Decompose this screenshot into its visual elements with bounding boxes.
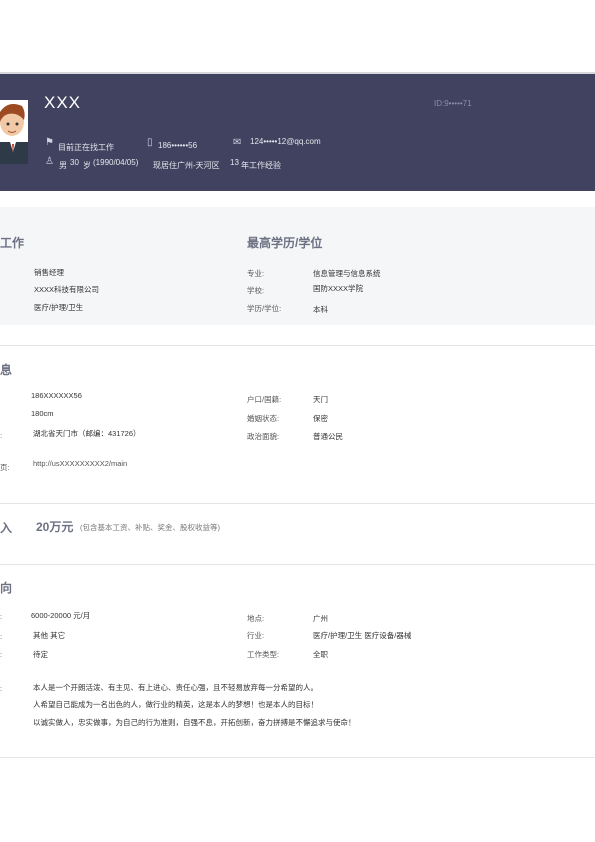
work-position: 销售经理	[34, 268, 64, 277]
self-eval-line: 人希望自己能成为一名出色的人，做行业的精英，这是本人的梦想！也是本人的目标！	[33, 700, 318, 709]
intention-value: 全职	[313, 650, 328, 659]
personal-label: 页:	[0, 463, 10, 472]
experience-label: 年工作经验	[241, 161, 281, 170]
income-amount: 20万元	[36, 520, 74, 534]
personal-value: 180cm	[31, 409, 54, 418]
candidate-name: XXX	[44, 93, 82, 112]
age-unit: 岁	[83, 161, 91, 170]
intention-value: 广州	[313, 614, 328, 623]
intention-value: 待定	[33, 650, 48, 659]
personal-label: 政治面貌:	[247, 432, 280, 441]
personal-label: 婚姻状态:	[247, 414, 280, 423]
job-status: 目前正在找工作	[58, 143, 114, 152]
intention-section-title: 向	[0, 581, 13, 595]
mail-icon: ✉	[233, 137, 242, 148]
income-note: (包含基本工资、补贴、奖金、股权收益等)	[80, 523, 220, 532]
personal-label: 户口/国籍:	[247, 395, 282, 404]
personal-section-title: 息	[0, 363, 13, 377]
intention-label: 工作类型:	[247, 650, 280, 659]
income-section-title: 入	[0, 521, 13, 535]
gender: 男	[59, 161, 67, 170]
homepage-link[interactable]: http://usXXXXXXXXX2/main	[33, 459, 127, 468]
intention-label: :	[0, 612, 3, 621]
divider	[0, 564, 595, 565]
edu-label: 专业:	[247, 269, 265, 278]
edu-value: 国防XXXX学院	[313, 284, 364, 293]
avatar	[0, 100, 28, 164]
phone-icon: ▯	[147, 137, 153, 148]
personal-value: 保密	[313, 414, 328, 423]
self-eval-line: 以诚实做人，忠实做事，为自己的行为准则，自强不息，开拓创新，奋力拼搏是不懈追求与…	[33, 718, 356, 727]
avatar-illustration	[0, 100, 28, 164]
work-industry: 医疗/护理/卫生	[34, 303, 84, 312]
intention-label: 地点:	[247, 614, 265, 623]
self-eval-label: :	[0, 684, 3, 693]
divider	[0, 757, 595, 758]
edu-label: 学历/学位:	[247, 304, 282, 313]
work-company: XXXX科技有限公司	[34, 285, 100, 294]
self-eval-line: 本人是一个开朗活泼、有主见、有上进心、责任心强，且不轻易放弃每一分希望的人。	[33, 683, 318, 692]
edu-value: 信息管理与信息系统	[313, 269, 381, 278]
header-email: 124•••••12@qq.com	[250, 137, 321, 146]
personal-value: 普通公民	[313, 432, 343, 441]
intention-label: 行业:	[247, 631, 265, 640]
education-section-title: 最高学历/学位	[247, 236, 323, 250]
residence: 现居住广州-天河区	[153, 161, 220, 170]
intention-value: 医疗/护理/卫生 医疗设备/器械	[313, 631, 412, 640]
flag-icon: ⚑	[45, 137, 54, 148]
age: 30	[70, 158, 79, 167]
candidate-id: ID:9•••••71	[434, 99, 472, 108]
divider	[0, 503, 595, 504]
experience-years: 13	[230, 158, 239, 167]
work-education-panel	[0, 207, 595, 325]
personal-value: 186XXXXXX56	[31, 391, 82, 400]
person-icon: ♙	[45, 156, 54, 167]
intention-label: :	[0, 650, 3, 659]
personal-value: 天门	[313, 395, 328, 404]
header-phone: 186••••••56	[158, 141, 198, 150]
intention-value: 其他 其它	[33, 631, 66, 640]
edu-value: 本科	[313, 305, 328, 314]
resume-header: XXX ID:9•••••71 ⚑ 目前正在找工作 ▯ 186••••••56 …	[0, 72, 595, 191]
work-section-title: 工作	[0, 236, 25, 250]
edu-label: 学校:	[247, 286, 265, 295]
intention-value: 6000-20000 元/月	[31, 611, 91, 620]
divider	[0, 345, 595, 346]
intention-label: :	[0, 632, 3, 641]
personal-address: 湖北省天门市（邮编：431726）	[33, 429, 141, 438]
personal-label: :	[0, 431, 3, 440]
birth-date: (1990/04/05)	[93, 158, 139, 167]
